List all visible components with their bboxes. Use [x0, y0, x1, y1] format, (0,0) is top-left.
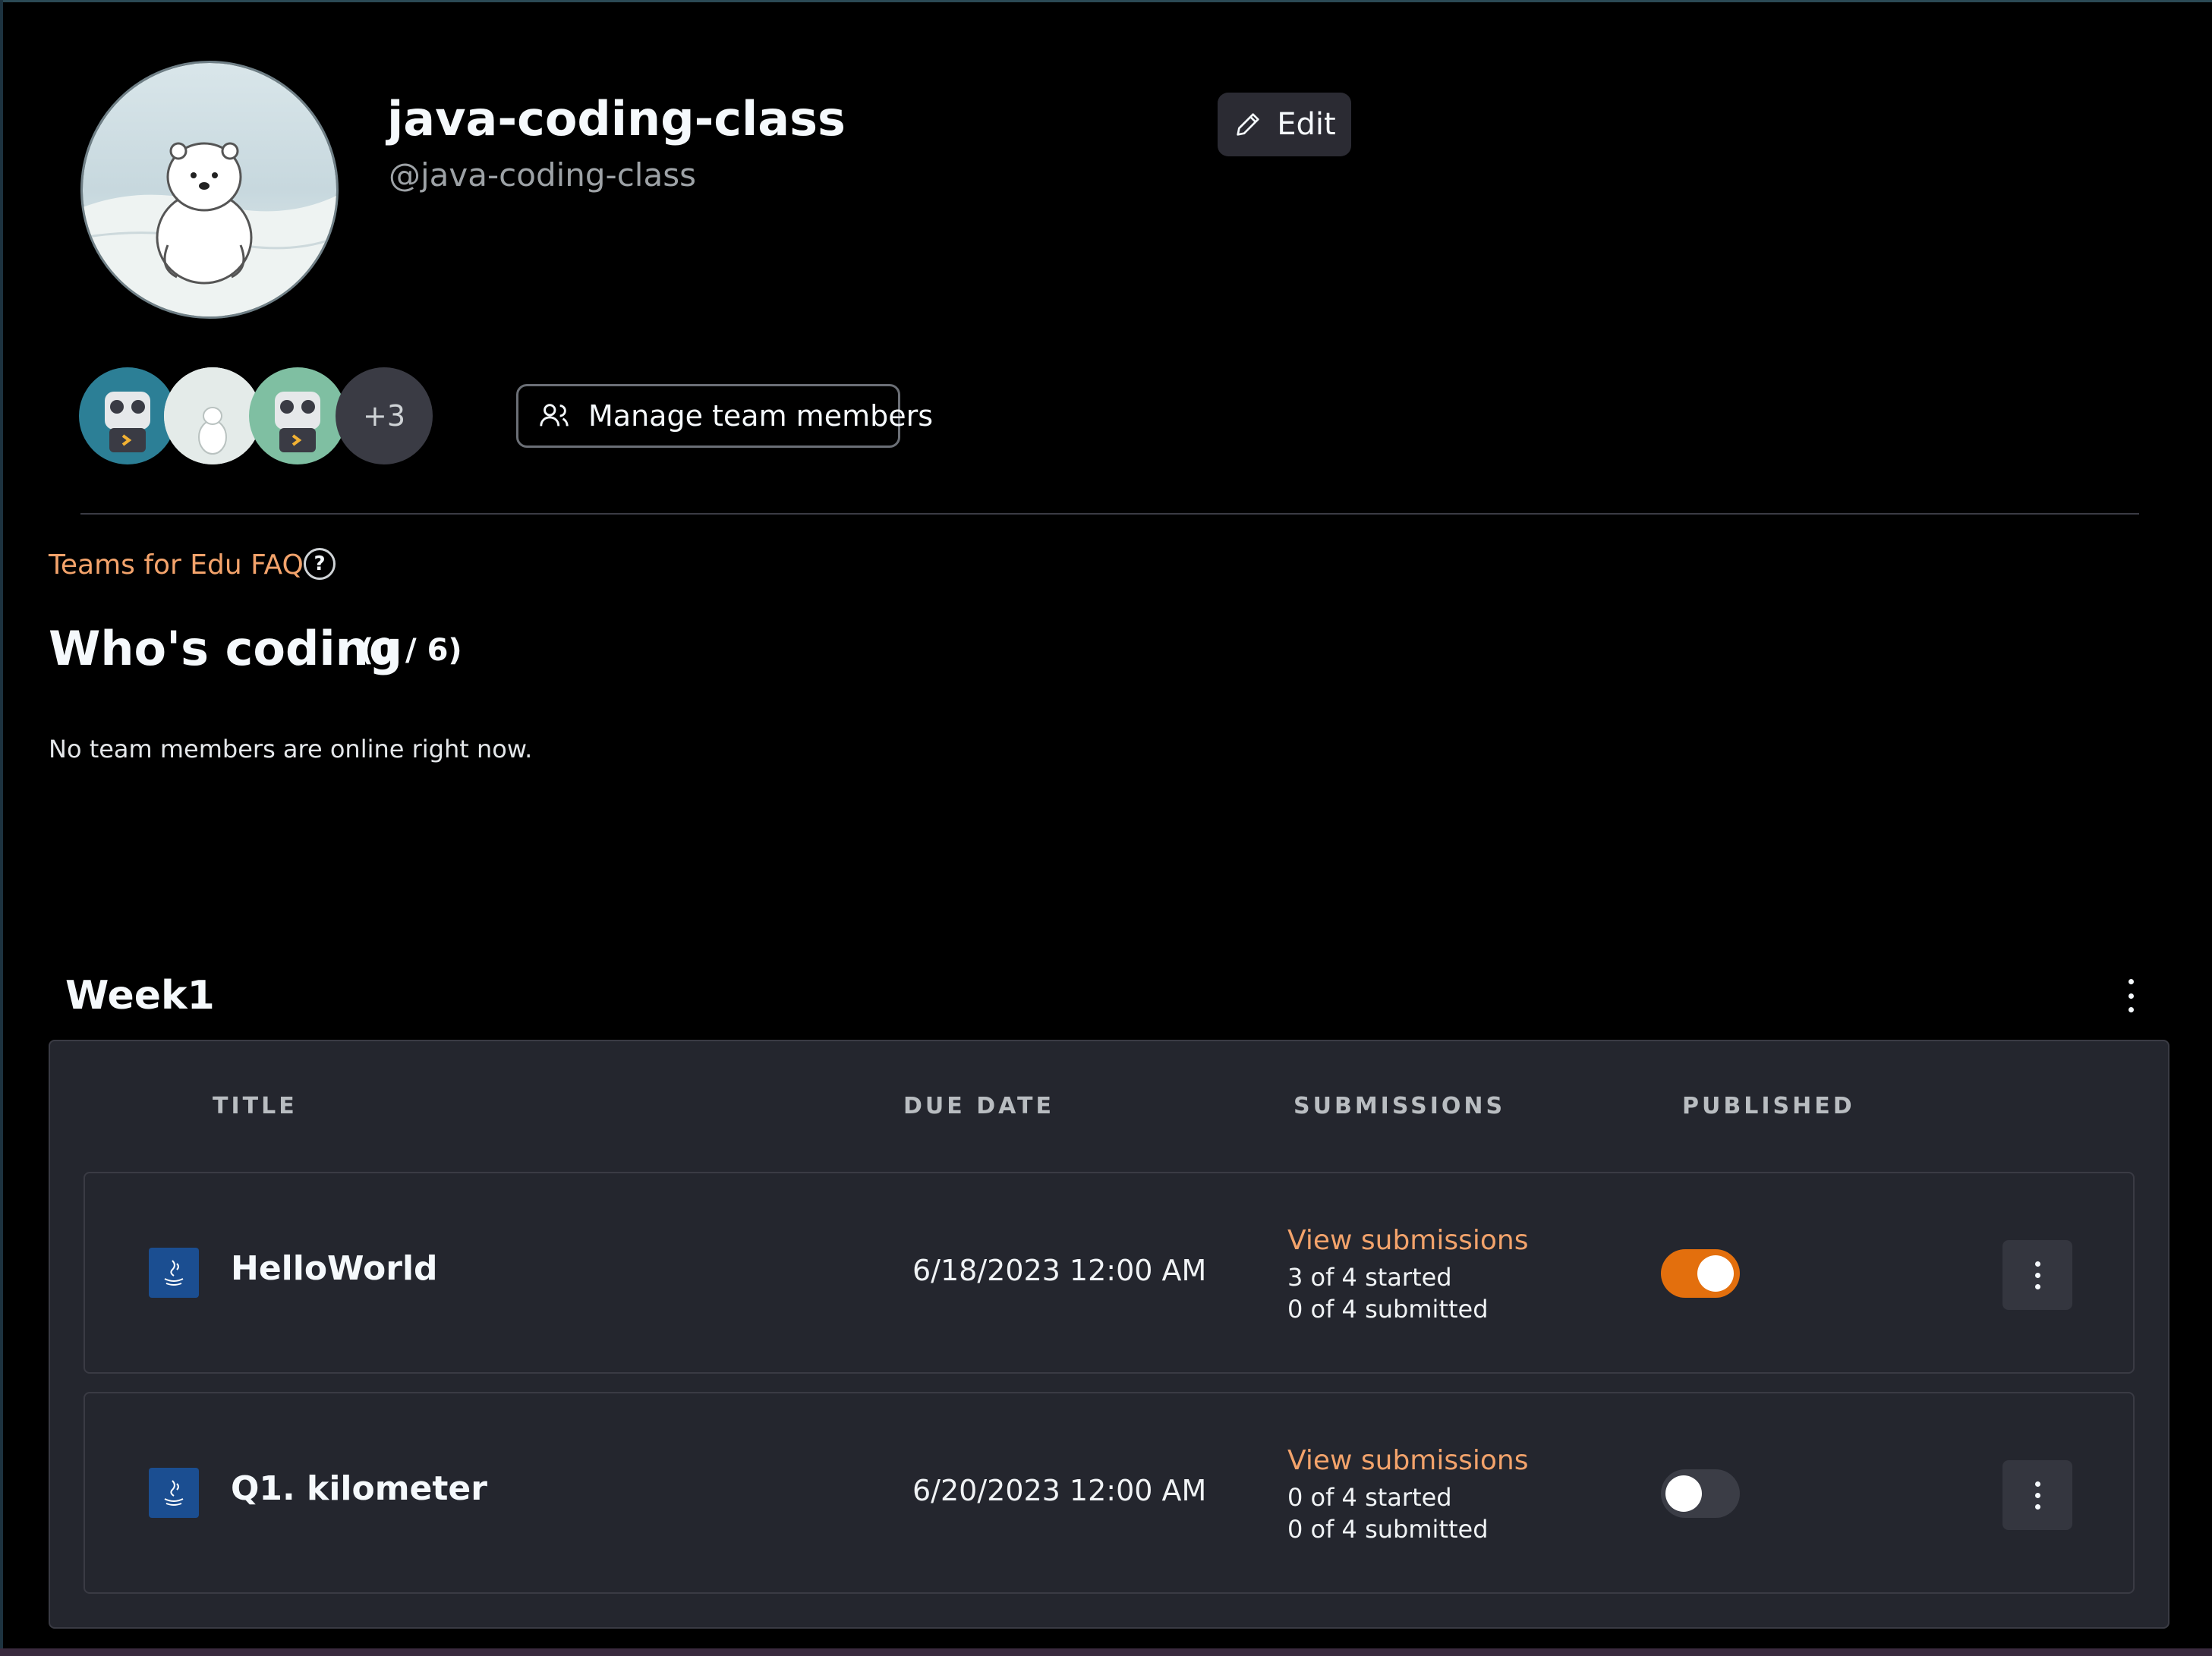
view-submissions-link[interactable]: View submissions	[1287, 1225, 1528, 1256]
users-icon	[540, 404, 569, 427]
column-header-published: PUBLISHED	[1682, 1093, 1855, 1119]
polar-bear-icon	[164, 367, 261, 464]
window-top-border	[0, 0, 2212, 2]
published-toggle[interactable]	[1661, 1249, 1740, 1298]
edit-button[interactable]: Edit	[1218, 93, 1351, 156]
edit-button-label: Edit	[1277, 107, 1336, 142]
polar-bear-icon	[83, 63, 336, 316]
week-more-menu-icon[interactable]	[2118, 979, 2144, 1012]
robot-icon	[105, 392, 150, 452]
faq-link[interactable]: Teams for Edu FAQ	[49, 549, 304, 581]
pencil-icon	[1237, 113, 1259, 136]
whos-coding-title: Who's coding	[49, 621, 403, 676]
assignment-title[interactable]: HelloWorld	[231, 1249, 438, 1288]
no-members-online-message: No team members are online right now.	[49, 735, 533, 763]
team-avatar	[80, 61, 339, 319]
manage-team-members-button[interactable]: Manage team members	[516, 384, 933, 448]
team-name: java-coding-class	[387, 91, 846, 146]
assignment-title[interactable]: Q1. kilometer	[231, 1469, 487, 1508]
submitted-count: 0 of 4 submitted	[1287, 1515, 1489, 1544]
toggle-knob	[1697, 1255, 1734, 1292]
submitted-count: 0 of 4 submitted	[1287, 1295, 1489, 1324]
java-icon	[149, 1248, 199, 1298]
help-icon[interactable]: ?	[304, 548, 336, 580]
java-icon	[149, 1468, 199, 1518]
due-date: 6/18/2023 12:00 AM	[912, 1254, 1207, 1287]
section-divider	[80, 513, 2139, 515]
more-members-badge[interactable]: +3	[336, 367, 433, 464]
published-toggle[interactable]	[1661, 1469, 1740, 1518]
started-count: 0 of 4 started	[1287, 1483, 1452, 1512]
toggle-knob	[1665, 1475, 1702, 1512]
whos-coding-count: (0 / 6)	[360, 633, 462, 668]
member-avatar[interactable]	[79, 367, 176, 464]
row-more-menu-icon[interactable]	[2002, 1460, 2072, 1530]
member-avatar[interactable]	[164, 367, 261, 464]
robot-icon	[275, 392, 320, 452]
table-row[interactable]: Q1. kilometer 6/20/2023 12:00 AM View su…	[84, 1392, 2135, 1594]
started-count: 3 of 4 started	[1287, 1263, 1452, 1292]
manage-team-members-label: Manage team members	[588, 399, 934, 433]
window-left-border	[0, 0, 3, 1656]
member-avatar[interactable]	[249, 367, 346, 464]
view-submissions-link[interactable]: View submissions	[1287, 1445, 1528, 1476]
team-handle: @java-coding-class	[389, 156, 696, 194]
window-bottom-border	[0, 1648, 2212, 1656]
column-header-title: TITLE	[213, 1093, 298, 1119]
week-title: Week1	[65, 973, 215, 1018]
column-header-due-date: DUE DATE	[903, 1093, 1054, 1119]
row-more-menu-icon[interactable]	[2002, 1240, 2072, 1310]
due-date: 6/20/2023 12:00 AM	[912, 1474, 1207, 1507]
table-row[interactable]: HelloWorld 6/18/2023 12:00 AM View submi…	[84, 1172, 2135, 1374]
column-header-submissions: SUBMISSIONS	[1293, 1093, 1506, 1119]
